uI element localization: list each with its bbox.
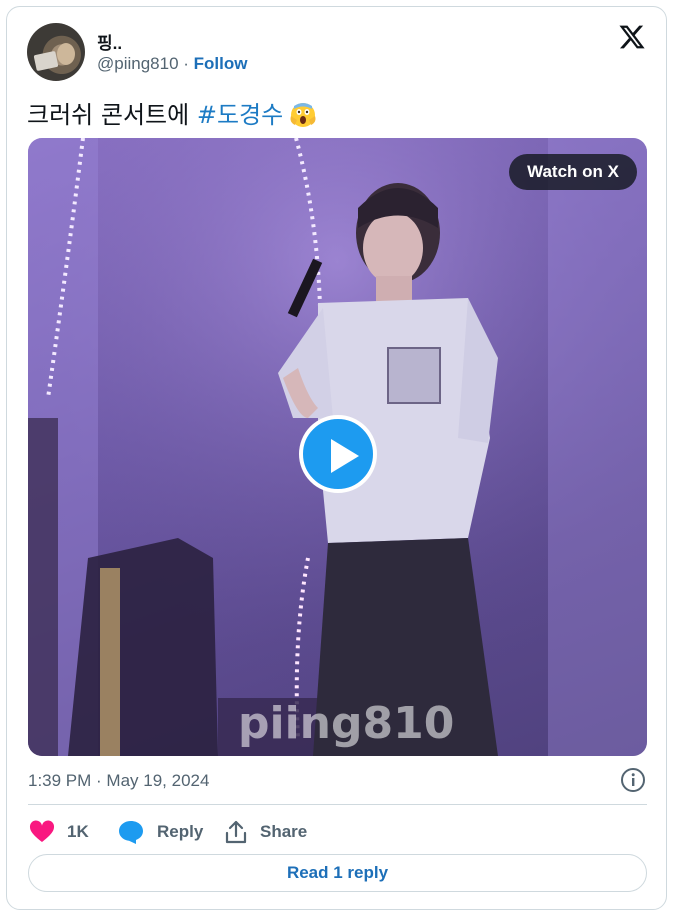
reply-label: Reply — [157, 822, 204, 841]
x-logo-icon[interactable] — [618, 23, 646, 51]
hashtag-link[interactable]: #도경수 — [197, 101, 283, 129]
tweet-timestamp[interactable]: 1:39 PM · May 19, 2024 — [28, 771, 209, 791]
play-button[interactable] — [299, 415, 377, 493]
avatar[interactable] — [27, 23, 85, 81]
share-icon — [225, 820, 247, 844]
divider — [28, 804, 647, 805]
like-button[interactable]: 1K — [29, 815, 89, 849]
share-button[interactable]: Share — [224, 815, 307, 849]
embedded-tweet-card: 핑.. @piing810 · Follow 크러쉬 콘서트에 #도경수 pii… — [6, 6, 667, 910]
share-label: Share — [260, 822, 308, 841]
watch-on-x-button[interactable]: Watch on X — [509, 154, 637, 190]
user-handle[interactable]: @piing810 — [97, 54, 179, 73]
separator: · — [178, 54, 194, 73]
follow-link[interactable]: Follow — [194, 54, 248, 73]
tweet-text: 크러쉬 콘서트에 #도경수 — [27, 95, 317, 130]
reply-button[interactable]: Reply — [117, 815, 203, 849]
tweet-body: 크러쉬 콘서트에 — [27, 101, 197, 129]
video-player[interactable]: piing810 Watch on X — [28, 138, 647, 756]
reply-bubble-icon — [119, 821, 143, 844]
heart-icon — [29, 820, 55, 842]
video-watermark: piing810 — [238, 698, 455, 749]
handle-row: @piing810 · Follow — [97, 54, 247, 74]
info-icon[interactable] — [620, 767, 646, 793]
screaming-face-emoji-icon — [290, 103, 316, 127]
like-count: 1K — [67, 822, 89, 841]
play-icon — [331, 439, 359, 473]
read-replies-button[interactable]: Read 1 reply — [28, 854, 647, 892]
display-name[interactable]: 핑.. — [97, 29, 122, 54]
